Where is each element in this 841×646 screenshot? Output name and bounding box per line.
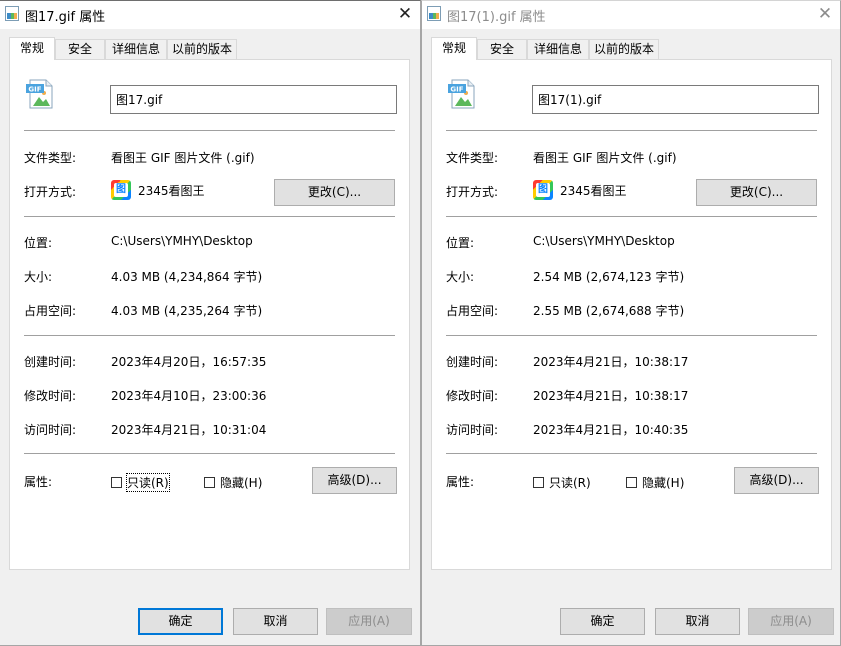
- ok-button[interactable]: 确定: [138, 608, 223, 635]
- tab-details[interactable]: 详细信息: [105, 39, 167, 59]
- tab-general[interactable]: 常规: [9, 37, 55, 60]
- readonly-label[interactable]: 只读(R): [126, 473, 170, 492]
- disk-size-value: 2.55 MB (2,674,688 字节): [533, 304, 685, 318]
- cancel-button[interactable]: 取消: [233, 608, 318, 635]
- ok-button[interactable]: 确定: [560, 608, 645, 635]
- size-label: 大小:: [446, 270, 475, 284]
- location-value: C:\Users\YMHY\Desktop: [533, 234, 675, 248]
- location-value: C:\Users\YMHY\Desktop: [111, 234, 253, 248]
- change-button[interactable]: 更改(C)...: [274, 179, 395, 206]
- readonly-checkbox[interactable]: [533, 477, 544, 488]
- separator: [24, 216, 395, 217]
- apply-button[interactable]: 应用(A): [326, 608, 412, 635]
- file-type-value: 看图王 GIF 图片文件 (.gif): [533, 151, 677, 165]
- cancel-button[interactable]: 取消: [655, 608, 740, 635]
- size-label: 大小:: [24, 270, 53, 284]
- open-with-value: 2345看图王: [560, 184, 627, 198]
- file-name-input[interactable]: [110, 85, 397, 114]
- file-name-input[interactable]: [532, 85, 819, 114]
- modified-value: 2023年4月10日，23:00:36: [111, 389, 267, 403]
- location-label: 位置:: [24, 236, 53, 250]
- tab-details[interactable]: 详细信息: [527, 39, 589, 59]
- readonly-label[interactable]: 只读(R): [549, 474, 591, 491]
- tab-general[interactable]: 常规: [431, 37, 477, 60]
- file-type-label: 文件类型:: [24, 151, 77, 165]
- gif-file-icon: [5, 6, 19, 21]
- tab-security[interactable]: 安全: [477, 39, 527, 59]
- open-with-label: 打开方式:: [24, 185, 77, 199]
- window-title: 图17(1).gif 属性: [447, 10, 546, 25]
- separator: [446, 335, 817, 336]
- created-value: 2023年4月20日，16:57:35: [111, 355, 267, 369]
- location-label: 位置:: [446, 236, 475, 250]
- attributes-label: 属性:: [446, 475, 475, 489]
- accessed-value: 2023年4月21日，10:31:04: [111, 423, 267, 437]
- size-value: 2.54 MB (2,674,123 字节): [533, 270, 685, 284]
- disk-size-value: 4.03 MB (4,235,264 字节): [111, 304, 263, 318]
- tab-security[interactable]: 安全: [55, 39, 105, 59]
- created-label: 创建时间:: [24, 355, 77, 369]
- separator: [24, 453, 395, 454]
- file-icon-label: GIF: [28, 85, 41, 93]
- separator: [24, 335, 395, 336]
- disk-size-label: 占用空间:: [24, 304, 77, 318]
- properties-dialog-2: 图17(1).gif 属性 ✕ 常规 安全 详细信息 以前的版本 GIF 文件类…: [421, 0, 841, 646]
- separator: [446, 453, 817, 454]
- tab-previous-versions[interactable]: 以前的版本: [167, 39, 237, 59]
- disk-size-label: 占用空间:: [446, 304, 499, 318]
- file-icon-label: GIF: [450, 85, 463, 93]
- window-title: 图17.gif 属性: [25, 10, 106, 25]
- hidden-checkbox[interactable]: [626, 477, 637, 488]
- tab-previous-versions[interactable]: 以前的版本: [589, 39, 659, 59]
- close-icon[interactable]: ✕: [810, 1, 840, 29]
- title-bar[interactable]: 图17(1).gif 属性 ✕: [422, 1, 840, 29]
- accessed-label: 访问时间:: [24, 423, 77, 437]
- modified-value: 2023年4月21日，10:38:17: [533, 389, 689, 403]
- modified-label: 修改时间:: [446, 389, 499, 403]
- hidden-label[interactable]: 隐藏(H): [220, 474, 262, 491]
- size-value: 4.03 MB (4,234,864 字节): [111, 270, 263, 284]
- close-icon[interactable]: ✕: [390, 1, 420, 29]
- general-panel: GIF 文件类型: 看图王 GIF 图片文件 (.gif) 打开方式: 图 23…: [431, 59, 832, 570]
- attributes-label: 属性:: [24, 475, 53, 489]
- properties-dialog-1: 图17.gif 属性 ✕ 常规 安全 详细信息 以前的版本 GIF 文件类型: …: [0, 0, 421, 646]
- open-with-label: 打开方式:: [446, 185, 499, 199]
- gif-file-icon: [427, 6, 441, 21]
- hidden-label[interactable]: 隐藏(H): [642, 474, 684, 491]
- created-label: 创建时间:: [446, 355, 499, 369]
- title-bar[interactable]: 图17.gif 属性 ✕: [0, 1, 420, 29]
- accessed-value: 2023年4月21日，10:40:35: [533, 423, 689, 437]
- advanced-button[interactable]: 高级(D)...: [734, 467, 819, 494]
- 2345-viewer-icon: 图: [111, 180, 131, 200]
- accessed-label: 访问时间:: [446, 423, 499, 437]
- gif-file-icon: GIF: [26, 79, 53, 109]
- open-with-value: 2345看图王: [138, 184, 205, 198]
- separator: [446, 216, 817, 217]
- file-type-value: 看图王 GIF 图片文件 (.gif): [111, 151, 255, 165]
- created-value: 2023年4月21日，10:38:17: [533, 355, 689, 369]
- hidden-checkbox[interactable]: [204, 477, 215, 488]
- 2345-viewer-icon: 图: [533, 180, 553, 200]
- general-panel: GIF 文件类型: 看图王 GIF 图片文件 (.gif) 打开方式: 图 23…: [9, 59, 410, 570]
- separator: [24, 130, 395, 131]
- gif-file-icon: GIF: [448, 79, 475, 109]
- readonly-checkbox[interactable]: [111, 477, 122, 488]
- file-type-label: 文件类型:: [446, 151, 499, 165]
- separator: [446, 130, 817, 131]
- apply-button[interactable]: 应用(A): [748, 608, 834, 635]
- modified-label: 修改时间:: [24, 389, 77, 403]
- advanced-button[interactable]: 高级(D)...: [312, 467, 397, 494]
- change-button[interactable]: 更改(C)...: [696, 179, 817, 206]
